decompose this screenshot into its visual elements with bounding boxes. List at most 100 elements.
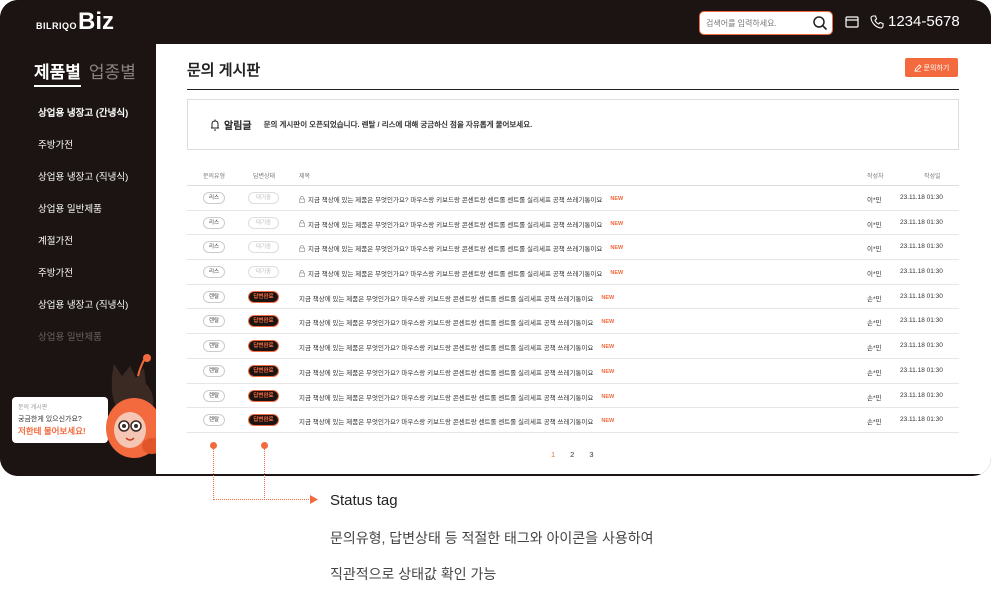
row-title-text[interactable]: 지금 책상에 있는 제품은 무엇인가요? 마우스랑 키보드랑 콘센트랑 센트롤 … (308, 219, 602, 229)
callout-line-status-vertical (264, 449, 265, 500)
row-title[interactable]: 지금 책상에 있는 제품은 무엇인가요? 마우스랑 키보드랑 콘센트랑 센트롤 … (299, 392, 614, 402)
new-badge: NEW (610, 245, 624, 252)
table-row[interactable]: 리스 대기중 지금 책상에 있는 제품은 무엇인가요? 마우스랑 키보드랑 콘센트랑… (187, 235, 959, 261)
column-header-date: 작성일 (924, 174, 941, 180)
type-tag: 렌탈 (203, 389, 225, 402)
logo-small-text: BILRIQO (36, 21, 77, 31)
card-icon[interactable] (845, 16, 859, 28)
page-3[interactable]: 3 (589, 450, 593, 459)
table-row[interactable]: 렌탈 답변완료 지금 책상에 있는 제품은 무엇인가요? 마우스랑 키보드랑 콘센트… (187, 309, 959, 335)
write-inquiry-button[interactable]: 문의하기 (905, 58, 958, 77)
notice-label: 알림글 (224, 121, 252, 132)
status-tag: 답변완료 (248, 315, 279, 328)
table-row[interactable]: 렌탈 답변완료 지금 책상에 있는 제품은 무엇인가요? 마우스랑 키보드랑 콘센트… (187, 408, 959, 433)
column-header-type: 문의유형 (203, 174, 226, 180)
sidebar-item[interactable]: 주방가전 (38, 138, 128, 170)
row-title-text[interactable]: 지금 책상에 있는 제품은 무엇인가요? 마우스랑 키보드랑 콘센트랑 센트롤 … (299, 342, 593, 352)
row-date: 23.11.18 01:30 (900, 366, 943, 374)
inquiry-table: 문의유형 답변상태 제목 작성자 작성일 리스 대기중 지금 책상에 있는 제품은 … (187, 162, 959, 433)
table-row[interactable]: 리스 대기중 지금 책상에 있는 제품은 무엇인가요? 마우스랑 키보드랑 콘센트랑… (187, 260, 959, 285)
status-tag: 대기중 (248, 266, 279, 279)
row-title[interactable]: 지금 책상에 있는 제품은 무엇인가요? 마우스랑 키보드랑 콘센트랑 센트롤 … (299, 194, 623, 204)
row-date: 23.11.18 01:30 (900, 243, 943, 251)
row-title-text[interactable]: 지금 책상에 있는 제품은 무엇인가요? 마우스랑 키보드랑 콘센트랑 센트롤 … (308, 194, 602, 204)
callout-desc-line2: 직관적으로 상태값 확인 가능 (330, 566, 497, 582)
table-row[interactable]: 렌탈 답변완료 지금 책상에 있는 제품은 무엇인가요? 마우스랑 키보드랑 콘센트… (187, 359, 959, 384)
row-title-text[interactable]: 지금 책상에 있는 제품은 무엇인가요? 마우스랑 키보드랑 콘센트랑 센트롤 … (308, 268, 602, 278)
lock-icon (299, 220, 305, 228)
tab-by-industry[interactable]: 업종별 (89, 58, 136, 83)
column-header-author: 작성자 (867, 174, 884, 180)
type-tag: 리스 (203, 241, 225, 254)
lock-icon (299, 245, 305, 252)
type-tag: 리스 (203, 266, 225, 279)
phone-icon (870, 14, 884, 29)
row-title[interactable]: 지금 책상에 있는 제품은 무엇인가요? 마우스랑 키보드랑 콘센트랑 센트롤 … (299, 416, 614, 426)
title-divider (187, 89, 959, 90)
type-tag: 렌탈 (203, 340, 225, 353)
sidebar-item[interactable]: 주방가전 (38, 266, 128, 298)
write-button-label: 문의하기 (923, 64, 950, 72)
app-window: BILRIQO Biz 1234-5678 제품별 업종별 상업용 냉장고 (0, 0, 991, 476)
table-row[interactable]: 리스 대기중 지금 책상에 있는 제품은 무엇인가요? 마우스랑 키보드랑 콘센트랑… (187, 186, 959, 211)
row-date: 23.11.18 01:30 (900, 317, 943, 325)
sidebar-item[interactable]: 상업용 냉장고 (직냉식) (38, 298, 128, 330)
row-title-text[interactable]: 지금 책상에 있는 제품은 무엇인가요? 마우스랑 키보드랑 콘센트랑 센트롤 … (299, 392, 593, 402)
main-panel: 문의 게시판 문의하기 알림글 문의 게시판이 오픈되었습니다. 렌탈 / 리스… (156, 44, 991, 474)
row-date: 23.11.18 01:30 (900, 194, 943, 201)
column-header-status: 답변상태 (253, 174, 276, 180)
status-tag: 답변완료 (248, 340, 279, 353)
status-tag: 답변완료 (248, 389, 279, 402)
row-title[interactable]: 지금 책상에 있는 제품은 무엇인가요? 마우스랑 키보드랑 콘센트랑 센트롤 … (299, 268, 623, 278)
row-title[interactable]: 지금 책상에 있는 제품은 무엇인가요? 마우스랑 키보드랑 콘센트랑 센트롤 … (299, 243, 623, 253)
page-1[interactable]: 1 (551, 450, 555, 459)
new-badge: NEW (610, 270, 624, 277)
row-title[interactable]: 지금 책상에 있는 제품은 무엇인가요? 마우스랑 키보드랑 콘센트랑 센트롤 … (299, 342, 614, 352)
row-title-text[interactable]: 지금 책상에 있는 제품은 무엇인가요? 마우스랑 키보드랑 콘센트랑 센트롤 … (299, 317, 593, 327)
new-badge: NEW (601, 418, 615, 425)
new-badge: NEW (601, 319, 615, 326)
row-author: 손*민 (867, 394, 882, 402)
row-title[interactable]: 지금 책상에 있는 제품은 무엇인가요? 마우스랑 키보드랑 콘센트랑 센트롤 … (299, 219, 623, 229)
row-author: 이*민 (867, 197, 882, 204)
new-badge: NEW (610, 196, 624, 202)
page-2[interactable]: 2 (570, 450, 574, 459)
status-tag: 대기중 (248, 192, 279, 204)
sidebar-item[interactable]: 상업용 냉장고 (간냉식) (38, 106, 128, 138)
phone-contact[interactable]: 1234-5678 (870, 13, 960, 30)
sidebar-item[interactable]: 상업용 일반제품 (38, 202, 128, 234)
lock-icon (299, 269, 305, 277)
status-tag: 대기중 (248, 216, 279, 229)
row-title-text[interactable]: 지금 책상에 있는 제품은 무엇인가요? 마우스랑 키보드랑 콘센트랑 센트롤 … (299, 367, 593, 377)
table-row[interactable]: 렌탈 답변완료 지금 책상에 있는 제품은 무엇인가요? 마우스랑 키보드랑 콘센트… (187, 334, 959, 359)
sidebar: 제품별 업종별 상업용 냉장고 (간냉식) 주방가전 상업용 냉장고 (직냉식)… (0, 44, 162, 476)
row-author: 이*민 (867, 246, 882, 254)
sidebar-item[interactable]: 계절가전 (38, 234, 128, 266)
row-title[interactable]: 지금 책상에 있는 제품은 무엇인가요? 마우스랑 키보드랑 콘센트랑 센트롤 … (299, 367, 614, 377)
callout-line-horizontal (213, 499, 313, 500)
sidebar-item[interactable]: 상업용 냉장고 (직냉식) (38, 170, 128, 202)
promo-card[interactable]: 문의 게시판 궁금한게 있으신가요? 저한테 물어보세요! (12, 397, 108, 443)
row-title[interactable]: 지금 책상에 있는 제품은 무엇인가요? 마우스랑 키보드랑 콘센트랑 센트롤 … (299, 317, 614, 327)
logo[interactable]: BILRIQO Biz (36, 10, 114, 34)
row-title-text[interactable]: 지금 책상에 있는 제품은 무엇인가요? 마우스랑 키보드랑 콘센트랑 센트롤 … (299, 293, 593, 303)
new-badge: NEW (601, 368, 615, 375)
pagination: 1 2 3 (551, 450, 594, 459)
row-title-text[interactable]: 지금 책상에 있는 제품은 무엇인가요? 마우스랑 키보드랑 콘센트랑 센트롤 … (308, 243, 602, 253)
phone-number: 1234-5678 (888, 13, 960, 30)
search-icon[interactable] (812, 15, 828, 31)
table-header: 문의유형 답변상태 제목 작성자 작성일 (187, 162, 959, 186)
type-tag: 리스 (203, 192, 225, 204)
search-box (699, 11, 833, 35)
lock-icon (299, 195, 305, 203)
row-title[interactable]: 지금 책상에 있는 제품은 무엇인가요? 마우스랑 키보드랑 콘센트랑 센트롤 … (299, 293, 614, 303)
table-row[interactable]: 렌탈 답변완료 지금 책상에 있는 제품은 무엇인가요? 마우스랑 키보드랑 콘센트… (187, 285, 959, 310)
callout-title: Status tag (330, 492, 398, 509)
row-title-text[interactable]: 지금 책상에 있는 제품은 무엇인가요? 마우스랑 키보드랑 콘센트랑 센트롤 … (299, 416, 593, 426)
search-input[interactable] (706, 18, 806, 28)
table-row[interactable]: 렌탈 답변완료 지금 책상에 있는 제품은 무엇인가요? 마우스랑 키보드랑 콘센트… (187, 384, 959, 409)
tab-by-product[interactable]: 제품별 (34, 58, 81, 87)
table-row[interactable]: 리스 대기중 지금 책상에 있는 제품은 무엇인가요? 마우스랑 키보드랑 콘센트랑… (187, 211, 959, 236)
row-date: 23.11.18 01:30 (900, 391, 943, 399)
promo-small-text: 문의 게시판 (18, 405, 48, 411)
